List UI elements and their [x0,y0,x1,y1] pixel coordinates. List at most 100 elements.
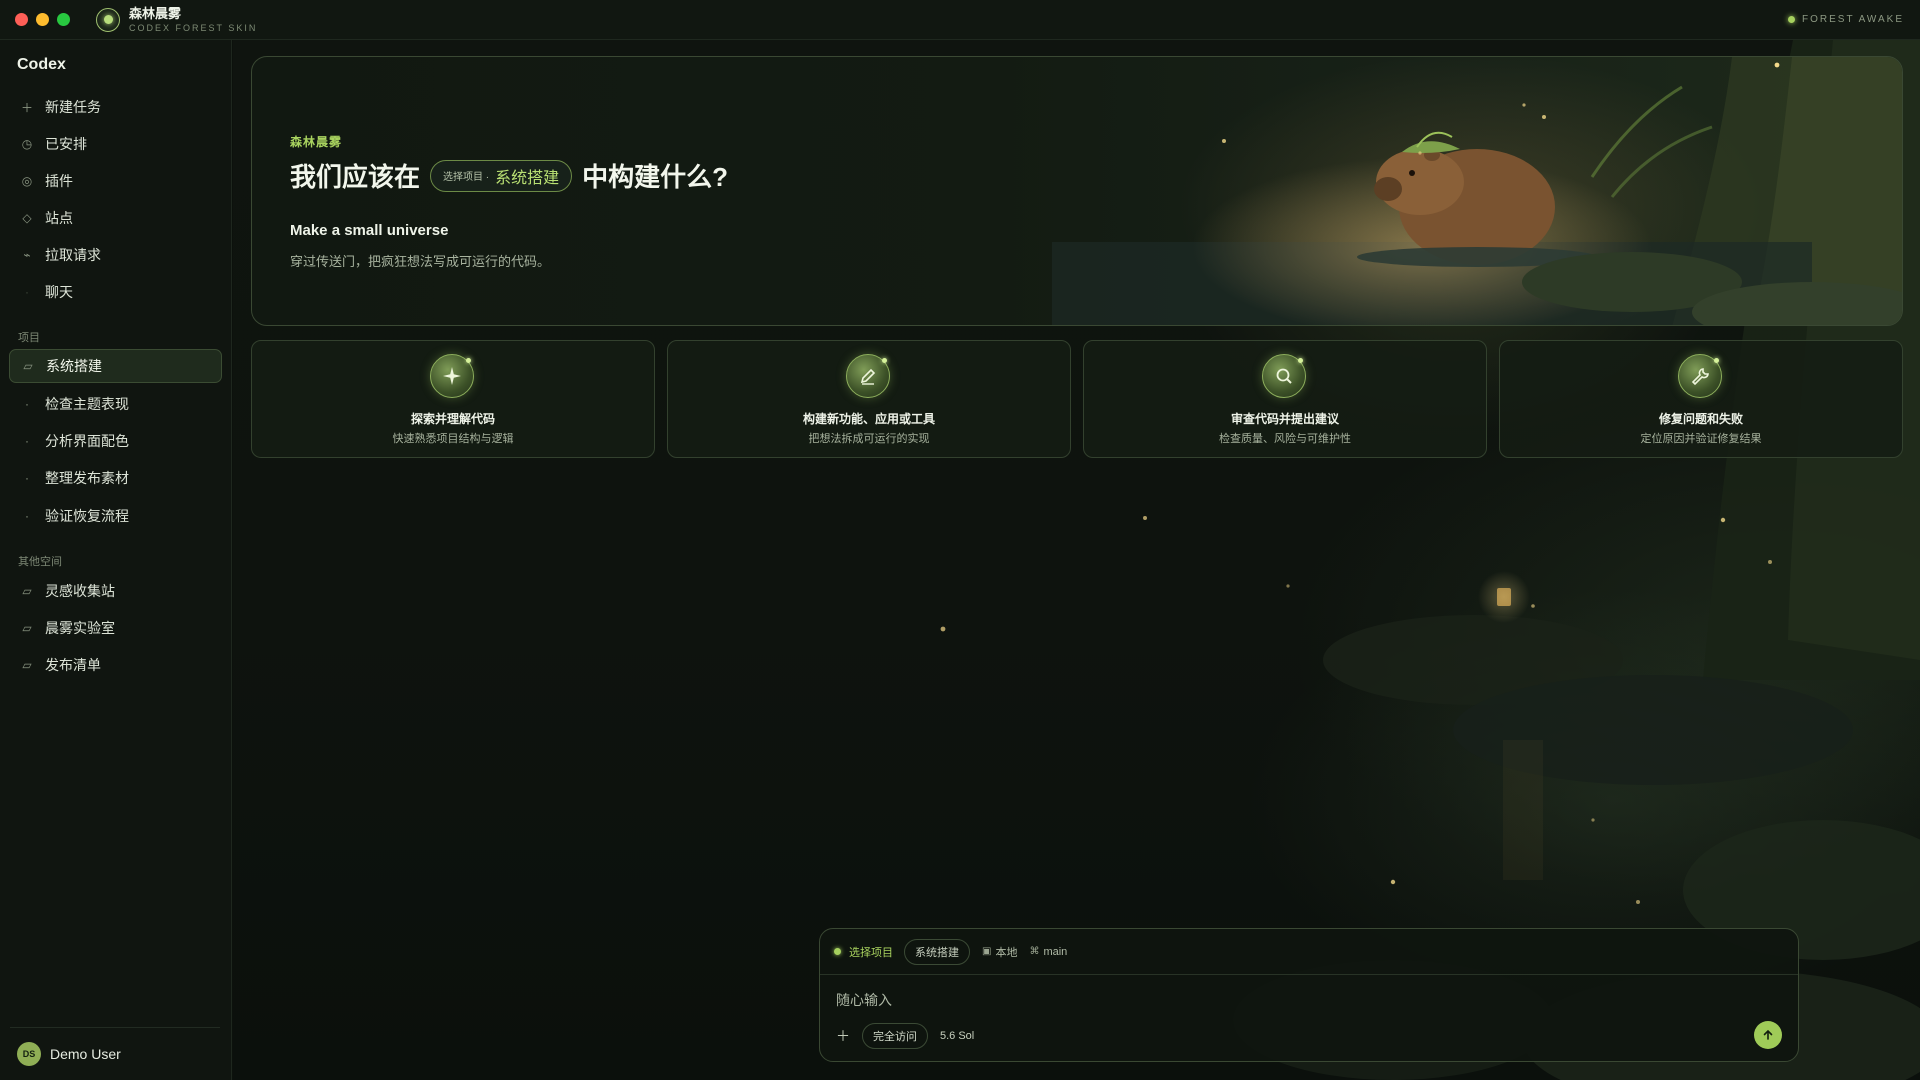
pencil-icon [846,354,890,398]
clock-icon: ◷ [21,137,33,151]
monitor-icon: ▣ [982,946,992,957]
dot-icon: · [25,471,29,485]
sidebar-item-label: 晨雾实验室 [45,620,115,636]
projects-section-label: 项目 [18,332,40,344]
sidebar-item-label: 站点 [45,210,73,226]
sidebar-item-label: 聊天 [45,284,73,300]
composer-project-chip[interactable]: 系统搭建 [904,938,970,965]
sidebar-item-label: 灵感收集站 [45,583,115,599]
status-indicator: FOREST AWAKE [1788,14,1904,25]
folder-icon: ▱ [22,658,32,672]
sidebar-item-chat[interactable]: · 聊天 [9,275,222,309]
sidebar-item-scheduled[interactable]: ◷ 已安排 [9,127,222,161]
maximize-window-button[interactable] [57,13,70,26]
sidebar-item-label: 分析界面配色 [45,433,129,449]
card-explore-code[interactable]: 探索并理解代码 快速熟悉项目结构与逻辑 [251,340,655,458]
dot-icon: · [25,434,29,448]
sidebar-item-label: 已安排 [45,136,87,152]
status-dot-icon [1788,16,1796,23]
main-content: 森林晨雾 我们应该在 选择项目 · 系统搭建 中构建什么? Make a sma… [233,40,1920,1080]
brand-title: Codex [17,56,66,73]
card-title: 修复问题和失败 [1658,412,1743,426]
minimize-window-button[interactable] [36,13,49,26]
folder-icon: ▱ [22,621,32,635]
sidebar-project-check-theme[interactable]: · 检查主题表现 [9,387,222,421]
window-controls [15,13,70,26]
composer-project-label: 选择项目 [849,946,893,959]
sidebar-item-label: 插件 [45,173,73,189]
card-title: 探索并理解代码 [410,412,495,426]
hero-subtitle: Make a small universe [290,222,449,239]
status-text: FOREST AWAKE [1802,14,1904,25]
sidebar-item-plugins[interactable]: ◎ 插件 [9,164,222,198]
card-description: 把想法拆成可运行的实现 [808,433,930,445]
environment-selector[interactable]: ▣ 本地 [982,944,1017,960]
other-spaces-section-label: 其他空间 [18,556,62,568]
hero-eyebrow: 森林晨雾 [290,135,343,149]
card-title: 构建新功能、应用或工具 [802,412,935,426]
sidebar-project-system-build[interactable]: ▱ 系统搭建 [9,349,222,383]
sidebar-item-label: 验证恢复流程 [45,508,129,524]
project-status-dot-icon [834,948,841,955]
plugin-icon: ◎ [21,174,33,188]
wrench-icon [1678,354,1722,398]
send-button[interactable] [1754,1021,1782,1049]
sidebar-project-analyze-colors[interactable]: · 分析界面配色 [9,424,222,458]
folder-icon: ▱ [22,584,32,598]
environment-label: 本地 [995,946,1018,959]
chat-icon: · [25,285,29,299]
dot-icon: · [25,397,29,411]
project-selector-prefix: 选择项目 · [443,172,490,183]
sidebar-space-lab[interactable]: ▱ 晨雾实验室 [9,611,222,645]
close-window-button[interactable] [15,13,28,26]
model-selector[interactable]: 5.6 Sol [940,1030,974,1042]
sidebar-item-label: 拉取请求 [45,247,101,263]
sidebar-project-verify-recovery[interactable]: · 验证恢复流程 [9,499,222,533]
sparkle-icon [430,354,474,398]
branch-label: main [1043,945,1068,958]
card-title: 审查代码并提出建议 [1230,412,1339,426]
app-logo-icon [96,7,120,32]
dot-icon: · [25,509,29,523]
app-subtitle: CODEX FOREST SKIN [129,22,258,33]
arrow-up-icon [1763,1029,1773,1040]
sidebar-space-inspiration[interactable]: ▱ 灵感收集站 [9,574,222,608]
pull-request-icon: ⌁ [23,248,31,262]
hero-title-row: 我们应该在 选择项目 · 系统搭建 中构建什么? [290,157,728,194]
diamond-icon: ◇ [22,211,32,225]
card-review-code[interactable]: 审查代码并提出建议 检查质量、风险与可维护性 [1083,340,1487,458]
prompt-input[interactable] [836,989,1776,1011]
hero-title-before: 我们应该在 [290,162,421,192]
folder-icon: ▱ [23,359,33,373]
add-attachment-button[interactable]: ＋ [836,1026,850,1046]
sidebar-item-label: 检查主题表现 [45,396,129,412]
access-mode-button[interactable]: 完全访问 [862,1023,928,1049]
hero-description: 穿过传送门，把疯狂想法写成可运行的代码。 [290,254,551,269]
user-name: Demo User [50,1045,121,1062]
card-fix-issues[interactable]: 修复问题和失败 定位原因并验证修复结果 [1499,340,1903,458]
user-profile[interactable]: DS Demo User [10,1027,220,1066]
search-icon [1262,354,1306,398]
app-title: 森林晨雾 [129,5,182,21]
project-selector-chip[interactable]: 选择项目 · 系统搭建 [430,159,573,192]
card-description: 快速熟悉项目结构与逻辑 [392,433,514,445]
app-titles: 森林晨雾 CODEX FOREST SKIN [129,7,257,33]
avatar: DS [17,1041,41,1066]
sidebar-space-release-list[interactable]: ▱ 发布清单 [9,648,222,682]
composer-context-bar: 选择项目 系统搭建 ▣ 本地 ⌘ main [820,929,1798,975]
branch-selector[interactable]: ⌘ main [1029,946,1067,958]
branch-icon: ⌘ [1029,946,1040,957]
card-description: 定位原因并验证修复结果 [1640,433,1762,445]
sidebar-item-label: 新建任务 [45,99,101,115]
sidebar-project-release-assets[interactable]: · 整理发布素材 [9,461,222,495]
composer-toolbar: ＋ 完全访问 5.6 Sol [820,1021,1798,1051]
sidebar: Codex ＋ 新建任务 ◷ 已安排 ◎ 插件 ◇ 站点 ⌁ 拉取请求 · 聊天… [0,40,232,1080]
prompt-composer: 选择项目 系统搭建 ▣ 本地 ⌘ main ＋ 完全访问 5.6 Sol [819,928,1799,1062]
project-selector-value: 系统搭建 [495,169,560,187]
sidebar-item-label: 系统搭建 [46,358,102,374]
sidebar-item-pull-requests[interactable]: ⌁ 拉取请求 [9,238,222,272]
card-build-feature[interactable]: 构建新功能、应用或工具 把想法拆成可运行的实现 [667,340,1071,458]
sidebar-item-new-task[interactable]: ＋ 新建任务 [9,90,222,124]
sidebar-item-sites[interactable]: ◇ 站点 [9,201,222,235]
card-description: 检查质量、风险与可维护性 [1219,433,1351,445]
